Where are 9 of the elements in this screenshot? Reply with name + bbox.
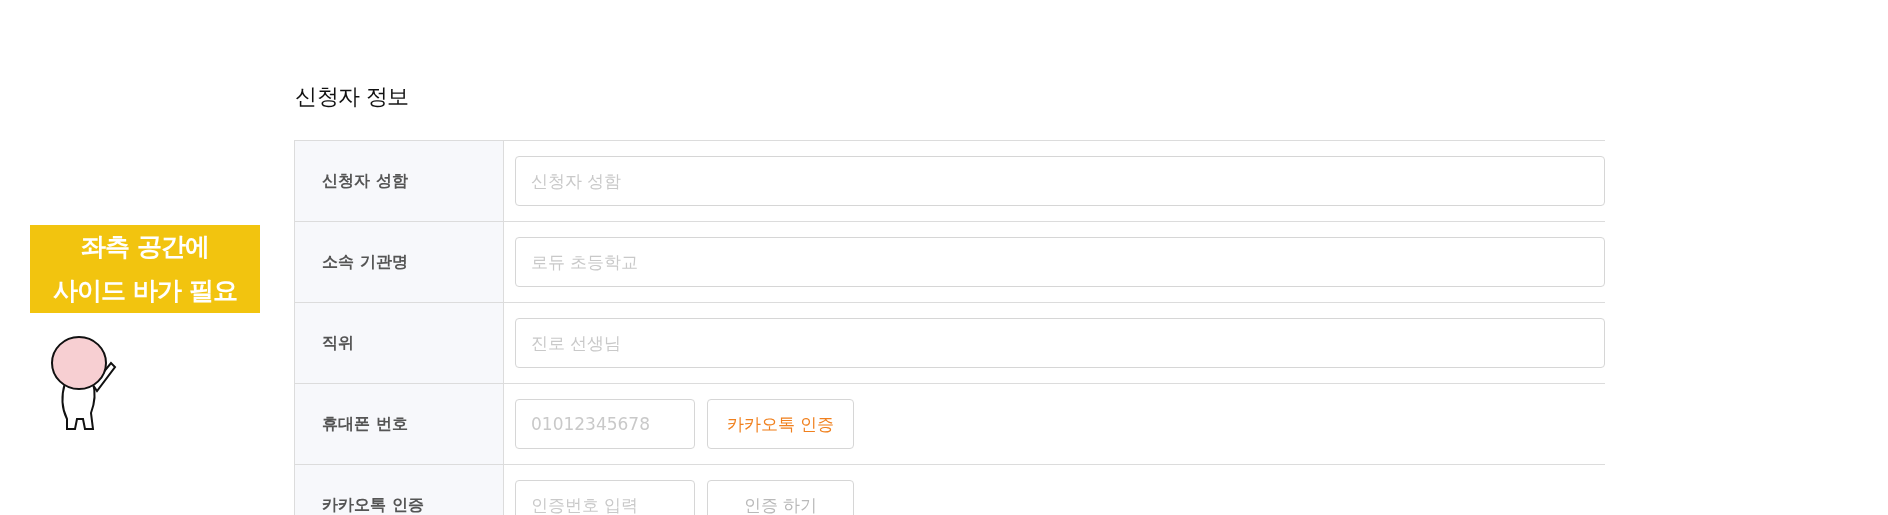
field-label: 소속 기관명 <box>322 251 408 273</box>
notice-text: 사이드 바가 필요 <box>52 275 238 307</box>
verify-button[interactable]: 카카오톡 인증 <box>707 399 854 449</box>
notice-text: 좌측 공간에 <box>80 231 210 263</box>
section-title: 신청자 정보 <box>295 83 410 111</box>
field-label: 신청자 성함 <box>322 170 408 192</box>
field-label: 카카오톡 인증 <box>322 494 424 515</box>
field-label: 휴대폰 번호 <box>322 413 408 435</box>
field-label: 직위 <box>322 332 354 354</box>
